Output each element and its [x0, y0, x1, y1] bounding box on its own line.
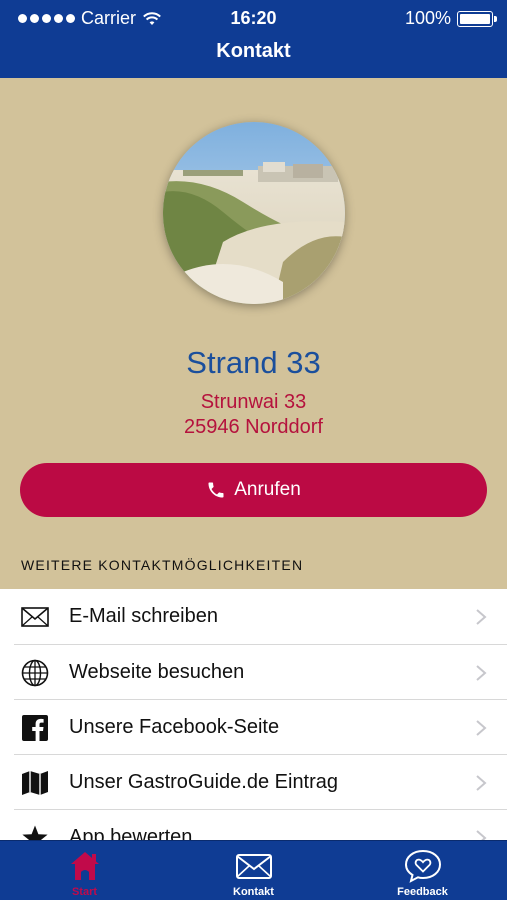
- battery-icon: [457, 10, 497, 27]
- list-item-website[interactable]: Webseite besuchen: [0, 645, 507, 700]
- chevron-right-icon: [476, 774, 487, 791]
- venue-city: 25946 Norddorf: [184, 416, 323, 438]
- call-button[interactable]: Anrufen: [20, 463, 487, 517]
- tab-start[interactable]: Start: [0, 841, 169, 900]
- call-button-label: Anrufen: [234, 479, 301, 500]
- section-title: WEITERE KONTAKTMÖGLICHKEITEN: [21, 557, 304, 573]
- list-item-email[interactable]: E-Mail schreiben: [0, 589, 507, 644]
- tab-bar: Start Kontakt Feedback: [0, 840, 507, 900]
- tab-label: Kontakt: [233, 886, 274, 898]
- star-icon: [20, 823, 50, 840]
- list-item-label: App bewerten: [69, 826, 193, 840]
- list-item-label: E-Mail schreiben: [69, 605, 218, 627]
- map-icon: [20, 768, 50, 798]
- tab-label: Feedback: [397, 886, 448, 898]
- page-title: Kontakt: [216, 40, 291, 62]
- facebook-icon: [20, 713, 50, 743]
- envelope-icon: [235, 854, 272, 879]
- heart-bubble-icon: [404, 849, 441, 883]
- phone-icon: [208, 482, 224, 498]
- nav-header: Carrier 16:20 100% Kontakt: [0, 0, 507, 78]
- chevron-right-icon: [476, 719, 487, 736]
- list-item-label: Unsere Facebook-Seite: [69, 716, 280, 738]
- venue-name: Strand 33: [186, 345, 321, 380]
- tab-label: Start: [71, 886, 98, 898]
- list-item-label: Webseite besuchen: [69, 661, 245, 683]
- venue-photo: [163, 122, 345, 304]
- status-bar: Carrier 16:20 100%: [0, 8, 507, 30]
- tab-feedback[interactable]: Feedback: [338, 841, 507, 900]
- chevron-right-icon: [476, 664, 487, 681]
- chevron-right-icon: [476, 608, 487, 625]
- globe-icon: [20, 658, 50, 688]
- venue-street: Strunwai 33: [200, 391, 307, 413]
- contact-options-list: E-Mail schreiben Webseite besuchen Unser…: [0, 589, 507, 840]
- home-icon: [70, 852, 99, 880]
- list-item-gastroguide[interactable]: Unser GastroGuide.de Eintrag: [0, 755, 507, 810]
- list-item-rate-app[interactable]: App bewerten: [0, 810, 507, 840]
- list-item-facebook[interactable]: Unsere Facebook-Seite: [0, 700, 507, 755]
- envelope-icon: [20, 602, 50, 632]
- chevron-right-icon: [476, 829, 487, 840]
- battery-percent: 100%: [404, 8, 451, 28]
- list-item-label: Unser GastroGuide.de Eintrag: [69, 771, 339, 793]
- tab-kontakt[interactable]: Kontakt: [169, 841, 338, 900]
